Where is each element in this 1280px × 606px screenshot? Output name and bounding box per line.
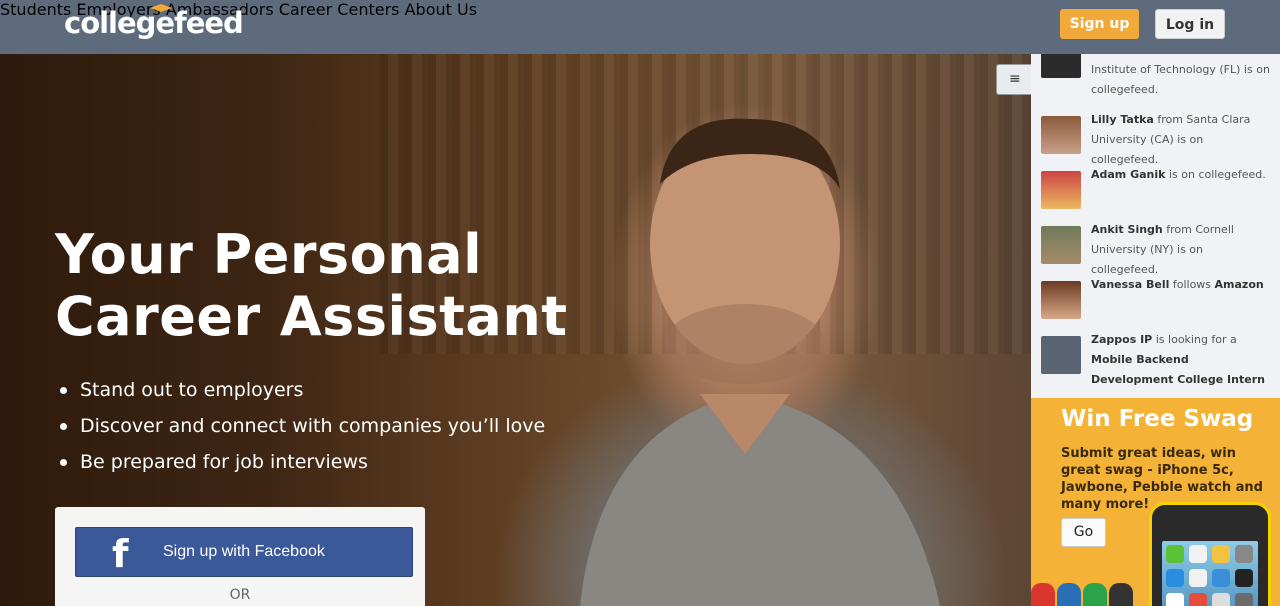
swag-promo: Win Free Swag Submit great ideas, win gr…	[1031, 398, 1280, 606]
collegefeed-logo[interactable]: collegefeed	[64, 4, 244, 42]
feed-user-name[interactable]: Zappos IP	[1091, 333, 1152, 346]
iphone-image	[1149, 502, 1271, 606]
avatar	[1041, 171, 1081, 209]
list-icon: ≡	[1009, 71, 1021, 87]
feed-toggle-button[interactable]: ≡	[996, 64, 1031, 95]
feed-text: is looking for a	[1152, 333, 1237, 346]
wristbands-image	[1031, 583, 1141, 606]
hero-bullet: Stand out to employers	[59, 372, 545, 408]
facebook-signup-label: Sign up with Facebook	[163, 543, 325, 560]
avatar	[1041, 226, 1081, 264]
top-navigation-bar: collegefeed Students Employers Ambassado…	[0, 0, 1280, 54]
promo-go-button[interactable]: Go	[1061, 518, 1106, 547]
feed-user-name[interactable]: Lilly Tatka	[1091, 113, 1154, 126]
hero-bullet: Discover and connect with companies you’…	[59, 408, 545, 444]
or-divider: OR	[229, 587, 251, 603]
login-button[interactable]: Log in	[1155, 9, 1225, 39]
activity-feed: Pablo Cancela from Florida Institute of …	[1031, 0, 1280, 398]
feed-user-name[interactable]: Ankit Singh	[1091, 223, 1163, 236]
avatar	[1041, 116, 1081, 154]
facebook-signup-button[interactable]: f Sign up with Facebook	[75, 527, 413, 577]
hero-bullet-list: Stand out to employers Discover and conn…	[59, 372, 545, 480]
hero-section: Your Personal Career Assistant Stand out…	[0, 54, 1031, 606]
feed-user-name[interactable]: Vanessa Bell	[1091, 278, 1169, 291]
feed-user-name[interactable]: Adam Ganik	[1091, 168, 1165, 181]
facebook-icon: f	[112, 532, 129, 576]
promo-title: Win Free Swag	[1061, 406, 1254, 432]
feed-company-link[interactable]: Amazon	[1215, 278, 1264, 291]
building-icon	[1041, 336, 1081, 374]
student-photo	[580, 118, 940, 606]
signup-panel: f Sign up with Facebook OR	[55, 507, 425, 606]
nav-students[interactable]: Students	[0, 0, 71, 19]
signup-button[interactable]: Sign up	[1060, 9, 1139, 39]
nav-about-us[interactable]: About Us	[405, 0, 477, 19]
feed-job-link[interactable]: Mobile Backend Development College Inter…	[1091, 353, 1265, 386]
avatar	[1041, 281, 1081, 319]
hero-title: Your Personal Career Assistant	[55, 223, 568, 348]
feed-text: follows	[1169, 278, 1215, 291]
nav-career-centers[interactable]: Career Centers	[279, 0, 400, 19]
graduation-cap-icon	[150, 4, 172, 12]
hero-bullet: Be prepared for job interviews	[59, 444, 545, 480]
feed-text: is on collegefeed.	[1165, 168, 1266, 181]
